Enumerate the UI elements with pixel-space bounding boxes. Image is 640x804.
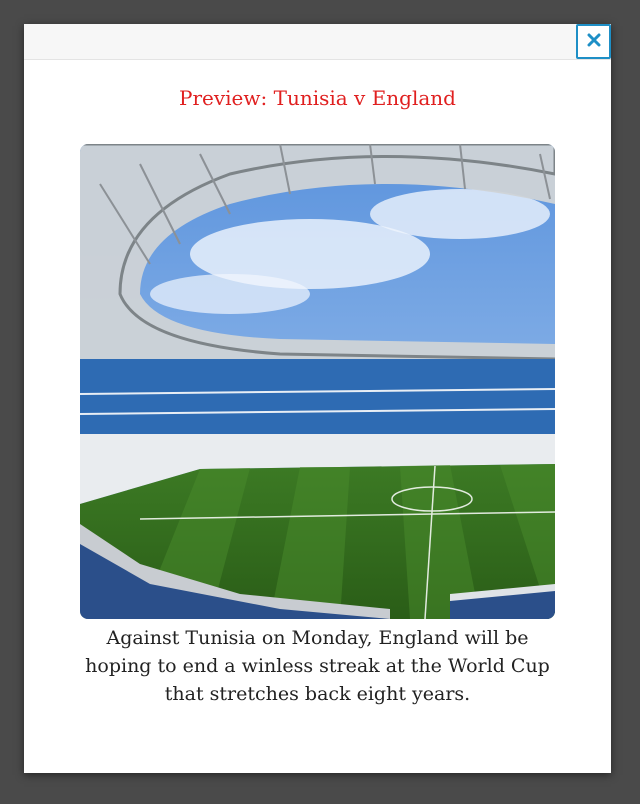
preview-title: Preview: Tunisia v England [179,86,456,110]
preview-modal: Preview: Tunisia v England Against Tunis… [24,24,611,773]
preview-caption: Against Tunisia on Monday, England will … [85,627,550,705]
close-icon [587,32,601,51]
stadium-photo [80,144,555,619]
close-button[interactable] [576,24,611,59]
modal-header [24,24,611,60]
